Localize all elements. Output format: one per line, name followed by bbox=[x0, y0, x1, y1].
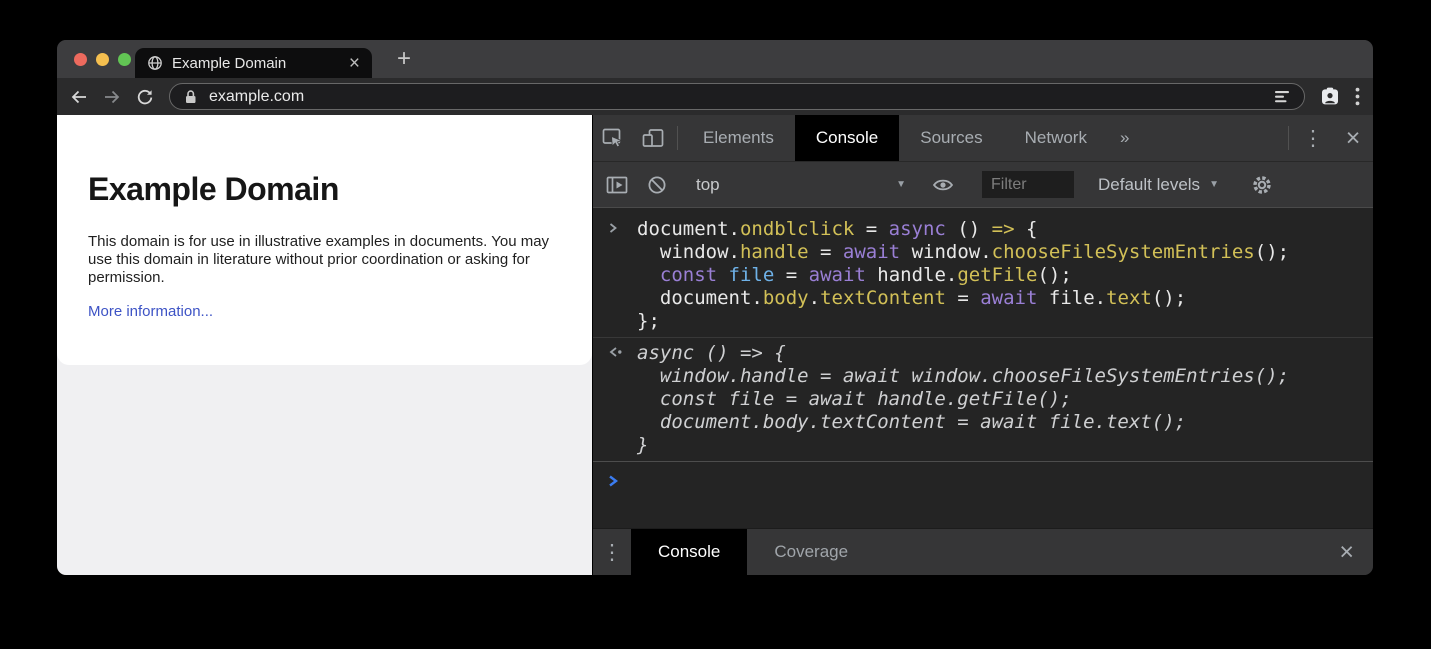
navigation-toolbar: example.com bbox=[57, 78, 1373, 115]
browser-tab[interactable]: Example Domain × bbox=[135, 48, 372, 78]
inspect-element-icon[interactable] bbox=[593, 115, 633, 161]
console-sidebar-toggle-icon[interactable] bbox=[597, 176, 637, 194]
new-tab-button[interactable]: + bbox=[389, 44, 419, 74]
devtools-tab-sources[interactable]: Sources bbox=[899, 115, 1003, 161]
console-code-line: document.ondblclick = async () => { bbox=[637, 218, 1373, 241]
console-code-line: window.handle = await window.chooseFileS… bbox=[637, 241, 1373, 264]
console-code-line: document.body.textContent = await file.t… bbox=[637, 287, 1373, 310]
tab-close-icon[interactable]: × bbox=[349, 54, 360, 73]
console-code-line: const file = await handle.getFile(); bbox=[637, 264, 1373, 287]
devtools-menu-kebab-icon[interactable]: ⋮ bbox=[1293, 115, 1333, 161]
more-tabs-chevron-icon[interactable]: » bbox=[1108, 115, 1141, 161]
console-result-line: document.body.textContent = await file.t… bbox=[637, 411, 1373, 434]
console-input-chevron-icon bbox=[607, 221, 620, 235]
devtools-tab-console[interactable]: Console bbox=[795, 115, 899, 161]
desktop: Example Domain × + example.com bbox=[0, 0, 1431, 649]
console-result-line: window.handle = await window.chooseFileS… bbox=[637, 365, 1373, 388]
chevron-down-icon: ▼ bbox=[896, 179, 906, 190]
live-expression-eye-icon[interactable] bbox=[923, 177, 963, 193]
page-content-card: Example Domain This domain is for use in… bbox=[57, 115, 592, 365]
console-toolbar: top ▼ Default levels ▼ bbox=[593, 162, 1373, 208]
chevron-down-icon: ▼ bbox=[1209, 179, 1219, 190]
context-label: top bbox=[696, 175, 720, 195]
browser-window: Example Domain × + example.com bbox=[57, 40, 1373, 575]
forward-icon[interactable] bbox=[103, 89, 121, 105]
console-settings-gear-icon[interactable] bbox=[1242, 174, 1282, 196]
devtools-tab-elements[interactable]: Elements bbox=[682, 115, 795, 161]
tab-title: Example Domain bbox=[172, 55, 340, 72]
drawer-close-icon[interactable]: × bbox=[1320, 529, 1373, 575]
console-result-line: const file = await handle.getFile(); bbox=[637, 388, 1373, 411]
devtools-tabs: ElementsConsoleSourcesNetwork bbox=[682, 115, 1108, 161]
profile-avatar-icon[interactable] bbox=[1320, 87, 1340, 106]
drawer-tabs: ConsoleCoverage bbox=[631, 529, 875, 575]
page-paragraph: This domain is for use in illustrative e… bbox=[88, 233, 564, 287]
favicon-globe-icon bbox=[147, 55, 163, 71]
back-icon[interactable] bbox=[70, 89, 88, 105]
more-information-link[interactable]: More information... bbox=[88, 303, 213, 320]
separator bbox=[677, 126, 678, 150]
console-input-entry: document.ondblclick = async () => { wind… bbox=[593, 214, 1373, 337]
console-prompt[interactable] bbox=[593, 461, 1373, 528]
console-prompt-chevron-icon bbox=[607, 473, 620, 489]
filter-input[interactable] bbox=[982, 171, 1074, 198]
devtools-panel: ElementsConsoleSourcesNetwork » ⋮ × bbox=[592, 115, 1373, 575]
console-result-arrow-icon bbox=[607, 345, 624, 359]
console-result-line: async () => { bbox=[637, 342, 1373, 365]
console-messages: document.ondblclick = async () => { wind… bbox=[593, 208, 1373, 528]
reload-icon[interactable] bbox=[136, 88, 154, 106]
traffic-lights bbox=[74, 53, 131, 66]
execution-context-selector[interactable]: top ▼ bbox=[686, 175, 914, 195]
console-result-line: } bbox=[637, 434, 1373, 457]
devtools-close-icon[interactable]: × bbox=[1333, 115, 1373, 161]
drawer-tab-console[interactable]: Console bbox=[631, 529, 747, 575]
web-page: Example Domain This domain is for use in… bbox=[57, 115, 592, 575]
close-window-button[interactable] bbox=[74, 53, 87, 66]
lock-icon[interactable] bbox=[183, 89, 198, 105]
console-result-entry: async () => { window.handle = await wind… bbox=[593, 337, 1373, 461]
drawer-tab-coverage[interactable]: Coverage bbox=[747, 529, 875, 575]
page-title: Example Domain bbox=[88, 171, 564, 208]
levels-label: Default levels bbox=[1098, 175, 1200, 195]
minimize-window-button[interactable] bbox=[96, 53, 109, 66]
drawer-menu-kebab-icon[interactable]: ⋮ bbox=[593, 529, 631, 575]
devtools-tab-bar: ElementsConsoleSourcesNetwork » ⋮ × bbox=[593, 115, 1373, 162]
zoom-window-button[interactable] bbox=[118, 53, 131, 66]
clear-console-icon[interactable] bbox=[637, 175, 677, 195]
device-toolbar-icon[interactable] bbox=[633, 115, 673, 161]
log-levels-dropdown[interactable]: Default levels ▼ bbox=[1084, 175, 1233, 195]
console-code-line: }; bbox=[637, 310, 1373, 333]
address-bar[interactable]: example.com bbox=[169, 83, 1305, 110]
reading-list-icon[interactable] bbox=[1274, 90, 1291, 104]
url-text[interactable]: example.com bbox=[209, 88, 1263, 106]
devtools-drawer: ⋮ ConsoleCoverage × bbox=[593, 528, 1373, 575]
separator bbox=[1288, 126, 1289, 150]
devtools-tab-network[interactable]: Network bbox=[1004, 115, 1108, 161]
tab-strip: Example Domain × + bbox=[57, 40, 1373, 78]
browser-menu-kebab-icon[interactable] bbox=[1355, 87, 1360, 106]
